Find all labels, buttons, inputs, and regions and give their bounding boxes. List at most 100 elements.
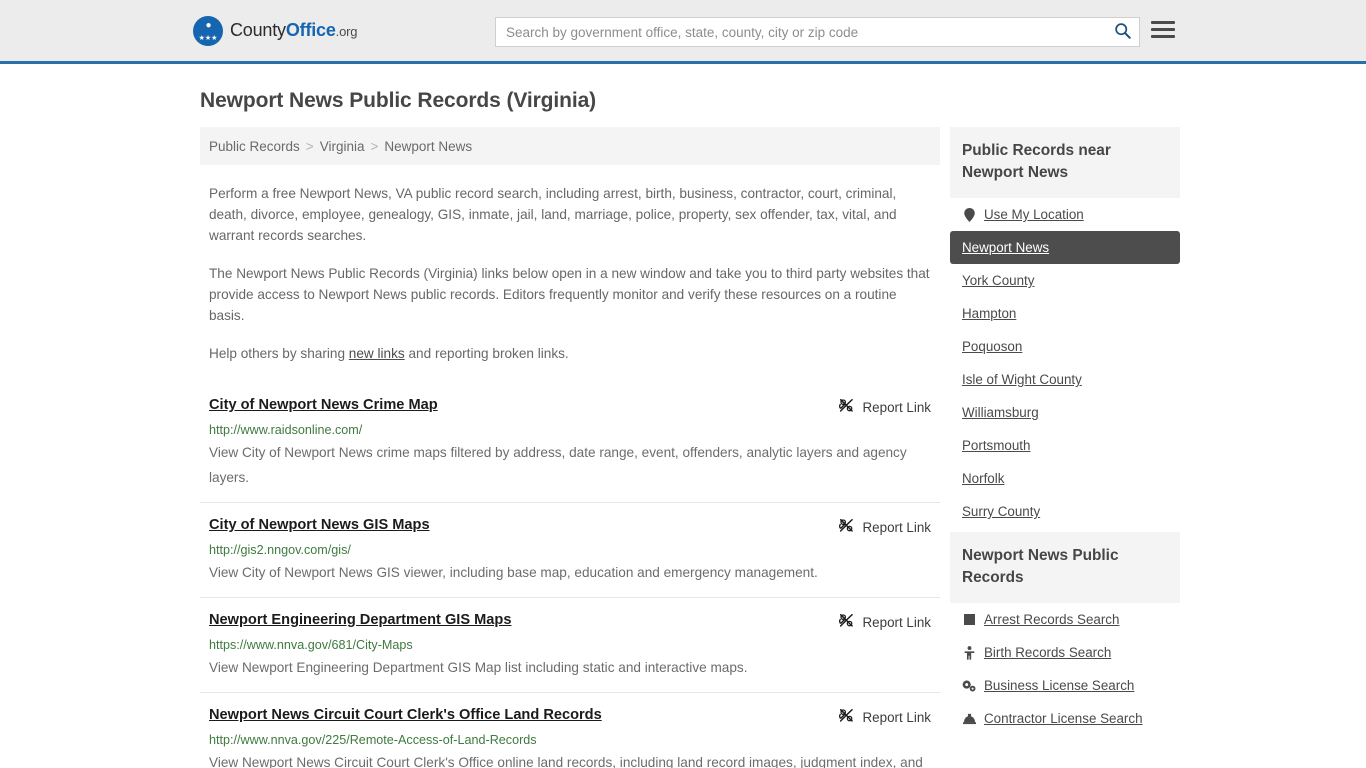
search-bar[interactable] [495,17,1140,47]
new-links-link[interactable]: new links [349,346,405,361]
sidebar-records-box: Newport News Public Records Arrest Recor… [950,532,1180,735]
sidebar-records-heading: Newport News Public Records [950,532,1180,603]
map-pin-icon [962,207,976,222]
result-url[interactable]: https://www.nnva.gov/681/City-Maps [209,638,931,653]
broken-link-icon [838,397,855,417]
sidebar-nearby-item-label[interactable]: Williamsburg [962,405,1039,420]
help-prefix: Help others by sharing [209,346,349,361]
help-suffix: and reporting broken links. [404,346,569,361]
hard-hat-icon [962,713,976,725]
breadcrumb-separator: > [370,138,379,154]
sidebar-nearby-item-label[interactable]: Hampton [962,306,1016,321]
result-description: View Newport News Circuit Court Clerk's … [209,755,923,768]
sidebar-nearby-item-newport-news[interactable]: Newport News [950,231,1180,264]
breadcrumb-separator: > [305,138,314,154]
sidebar-nearby-item-use-my-location[interactable]: Use My Location [950,198,1180,231]
sidebar-record-item-arrest-records-search[interactable]: Arrest Records Search [950,603,1180,636]
intro-paragraph-1: Perform a free Newport News, VA public r… [209,186,897,243]
result-header: Newport News Circuit Court Clerk's Offic… [209,706,931,727]
result-item: City of Newport News GIS Maps Report Link… [200,502,940,597]
breadcrumb-item-public-records[interactable]: Public Records [209,139,300,154]
intro-help-line: Help others by sharing new links and rep… [209,343,931,364]
sidebar-nearby-item-isle-of-wight-county[interactable]: Isle of Wight County [950,363,1180,396]
result-title-link[interactable]: Newport Engineering Department GIS Maps [209,611,511,629]
sidebar-nearby-item-label[interactable]: Portsmouth [962,438,1030,453]
sidebar-record-item-contractor-license-search[interactable]: Contractor License Search [950,702,1180,735]
sidebar-nearby-item-label[interactable]: Newport News [962,240,1049,255]
sidebar-nearby-item-poquoson[interactable]: Poquoson [950,330,1180,363]
result-header: City of Newport News GIS Maps Report Link [209,516,931,537]
report-link-button[interactable]: Report Link [838,611,931,632]
sidebar-nearby-item-label[interactable]: Isle of Wight County [962,372,1082,387]
sidebar-record-item-label[interactable]: Contractor License Search [984,711,1143,726]
content-columns: Public Records > Virginia > Newport News… [0,127,1366,768]
result-url[interactable]: http://www.raidsonline.com/ [209,423,931,438]
hamburger-bar [1151,21,1175,24]
broken-link-icon [838,517,855,537]
report-link-label: Report Link [862,614,931,630]
report-link-label: Report Link [862,399,931,415]
hamburger-menu-icon[interactable] [1151,21,1175,38]
result-url[interactable]: http://gis2.nngov.com/gis/ [209,543,931,558]
main-column: Public Records > Virginia > Newport News… [200,127,940,768]
result-description: View Newport Engineering Department GIS … [209,660,748,675]
search-button[interactable] [1105,18,1139,46]
sidebar-nearby-item-williamsburg[interactable]: Williamsburg [950,396,1180,429]
report-link-button[interactable]: Report Link [838,706,931,727]
brand-text-county: County [230,20,286,40]
result-title-link[interactable]: City of Newport News Crime Map [209,396,438,414]
sidebar-nearby-item-label[interactable]: Poquoson [962,339,1022,354]
sidebar-record-item-birth-records-search[interactable]: Birth Records Search [950,636,1180,669]
sidebar-nearby-item-label[interactable]: Norfolk [962,471,1004,486]
gears-icon [962,680,976,692]
report-link-label: Report Link [862,709,931,725]
result-url[interactable]: http://www.nnva.gov/225/Remote-Access-of… [209,733,931,748]
search-icon [1114,22,1131,42]
search-input[interactable] [496,18,1105,46]
result-description: View City of Newport News GIS viewer, in… [209,565,818,580]
sidebar-records-list: Arrest Records Search Birth Records Searc… [950,603,1180,735]
page-title: Newport News Public Records (Virginia) [200,89,597,112]
report-link-button[interactable]: Report Link [838,516,931,537]
baby-icon [962,645,976,660]
sidebar-nearby-item-label[interactable]: Surry County [962,504,1040,519]
breadcrumb-item-virginia[interactable]: Virginia [320,139,365,154]
sidebar-nearby-item-surry-county[interactable]: Surry County [950,495,1180,528]
site-header: ● ★★★ CountyOffice.org [0,0,1366,64]
sidebar-record-item-label[interactable]: Arrest Records Search [984,612,1119,627]
fingerprint-icon [962,614,976,625]
sidebar-nearby-item-label[interactable]: York County [962,273,1034,288]
sidebar-nearby-box: Public Records near Newport News Use My … [950,127,1180,528]
sidebar-nearby-item-norfolk[interactable]: Norfolk [950,462,1180,495]
intro-section: Perform a free Newport News, VA public r… [200,183,940,364]
sidebar-nearby-item-hampton[interactable]: Hampton [950,297,1180,330]
hamburger-bar [1151,35,1175,38]
sidebar-record-item-label[interactable]: Birth Records Search [984,645,1111,660]
sidebar-record-item-business-license-search[interactable]: Business License Search [950,669,1180,702]
broken-link-icon [838,707,855,727]
report-link-button[interactable]: Report Link [838,396,931,417]
site-logo[interactable]: ● ★★★ CountyOffice.org [193,15,358,46]
sidebar-record-item-label[interactable]: Business License Search [984,678,1134,693]
brand-text-office: Office [285,20,336,40]
result-header: Newport Engineering Department GIS Maps R… [209,611,931,632]
result-title-link[interactable]: Newport News Circuit Court Clerk's Offic… [209,706,602,724]
hamburger-bar [1151,28,1175,31]
page-body: Newport News Public Records (Virginia) P… [0,89,1366,768]
sidebar: Public Records near Newport News Use My … [950,127,1180,768]
result-title-link[interactable]: City of Newport News GIS Maps [209,516,430,534]
result-item: Newport Engineering Department GIS Maps R… [200,597,940,692]
results-list: City of Newport News Crime Map Report Lin… [200,383,940,768]
sidebar-nearby-item-portsmouth[interactable]: Portsmouth [950,429,1180,462]
breadcrumb-item-newport-news: Newport News [384,138,473,154]
sidebar-nearby-item-label[interactable]: Use My Location [984,207,1084,222]
result-item: Newport News Circuit Court Clerk's Offic… [200,692,940,768]
eagle-seal-icon: ● ★★★ [193,15,223,46]
sidebar-nearby-item-york-county[interactable]: York County [950,264,1180,297]
result-item: City of Newport News Crime Map Report Lin… [200,383,940,502]
result-description: View City of Newport News crime maps fil… [209,445,907,485]
brand-text-org: .org [335,24,358,39]
sidebar-nearby-heading: Public Records near Newport News [950,127,1180,198]
result-header: City of Newport News Crime Map Report Lin… [209,396,931,417]
breadcrumb: Public Records > Virginia > Newport News [200,127,940,165]
